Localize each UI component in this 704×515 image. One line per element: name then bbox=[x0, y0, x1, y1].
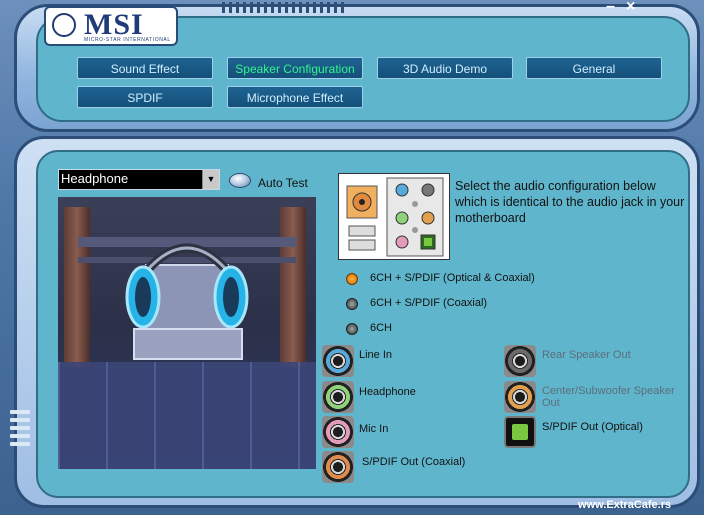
jack-label: Center/Subwoofer Speaker Out bbox=[542, 385, 675, 409]
rear-speaker-jack-icon bbox=[504, 345, 536, 377]
mic-in-jack-icon bbox=[322, 416, 354, 448]
headphone-icon bbox=[78, 237, 296, 360]
headphone-jack-icon bbox=[322, 381, 354, 413]
minimize-button[interactable]: – bbox=[606, 0, 615, 16]
tab-spdif[interactable]: SPDIF bbox=[77, 86, 213, 108]
tab-3d-audio-demo[interactable]: 3D Audio Demo bbox=[377, 57, 513, 79]
chevron-down-icon[interactable]: ▼ bbox=[202, 170, 219, 189]
option-radio-6ch[interactable] bbox=[346, 323, 358, 335]
jack-label: S/PDIF Out (Optical) bbox=[542, 421, 643, 433]
auto-test-button[interactable] bbox=[229, 173, 251, 188]
option-label[interactable]: 6CH bbox=[370, 322, 392, 334]
instruction-text: Select the audio configuration below whi… bbox=[455, 179, 685, 225]
jack-label: Mic In bbox=[359, 423, 389, 435]
center-subwoofer-jack-icon bbox=[504, 381, 536, 413]
msi-logo: MSI MICRO-STAR INTERNATIONAL bbox=[44, 6, 178, 46]
resize-grip[interactable] bbox=[10, 410, 30, 450]
option-label[interactable]: 6CH + S/PDIF (Coaxial) bbox=[370, 297, 487, 309]
option-radio-6ch-spdif-coaxial[interactable] bbox=[346, 298, 358, 310]
watermark: www.ExtraCafe.rs bbox=[578, 499, 672, 511]
speaker-type-select[interactable]: Headphone ▼ bbox=[58, 169, 220, 190]
jack-label: S/PDIF Out (Coaxial) bbox=[362, 456, 466, 468]
motherboard-jack-diagram bbox=[338, 173, 450, 260]
close-button[interactable]: × bbox=[626, 0, 635, 16]
option-radio-6ch-spdif-optical-coaxial[interactable] bbox=[346, 273, 358, 285]
jack-label: Line In bbox=[359, 349, 393, 361]
title-grip bbox=[222, 0, 348, 18]
speaker-type-value: Headphone bbox=[61, 171, 129, 186]
audio-jack-panel-icon bbox=[346, 177, 444, 257]
tab-general[interactable]: General bbox=[526, 57, 662, 79]
tab-speaker-configuration[interactable]: Speaker Configuration bbox=[227, 57, 363, 79]
jack-label: Rear Speaker Out bbox=[542, 349, 631, 361]
spdif-optical-jack-icon bbox=[504, 416, 536, 448]
spdif-coaxial-jack-icon bbox=[322, 451, 354, 483]
option-label[interactable]: 6CH + S/PDIF (Optical & Coaxial) bbox=[370, 272, 535, 284]
logo-subtitle: MICRO-STAR INTERNATIONAL bbox=[84, 37, 171, 43]
tab-microphone-effect[interactable]: Microphone Effect bbox=[227, 86, 363, 108]
headphone-preview-image bbox=[58, 197, 316, 469]
line-in-jack-icon bbox=[322, 345, 354, 377]
jack-label: Headphone bbox=[359, 386, 416, 398]
auto-test-label: Auto Test bbox=[258, 176, 308, 190]
msi-seal-icon bbox=[52, 13, 76, 37]
tab-sound-effect[interactable]: Sound Effect bbox=[77, 57, 213, 79]
